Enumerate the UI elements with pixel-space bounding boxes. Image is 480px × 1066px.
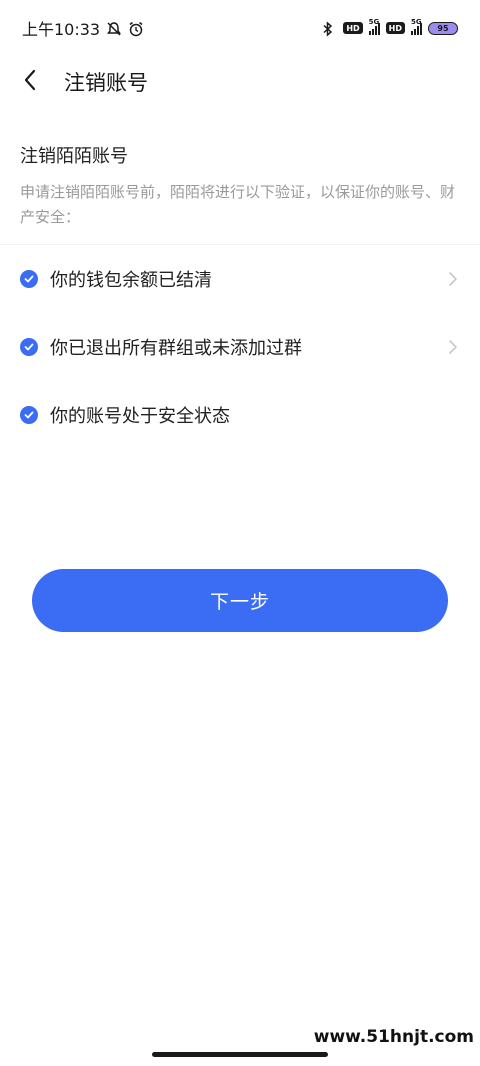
status-right: HD 5G HD 5G 95 xyxy=(321,18,458,37)
hd-icon-2: HD xyxy=(385,22,405,34)
home-indicator[interactable] xyxy=(152,1052,328,1057)
header: 注销账号 xyxy=(0,56,480,108)
signal-icon: 5G xyxy=(368,18,380,35)
chevron-left-icon xyxy=(23,68,37,96)
check-list: 你的钱包余额已结清 你已退出所有群组或未添加过群 你的账号处于安全状态 xyxy=(0,245,480,449)
back-button[interactable] xyxy=(0,56,60,108)
alarm-icon xyxy=(128,21,144,37)
page-title: 注销账号 xyxy=(64,71,148,95)
check-circle-icon xyxy=(20,338,38,356)
check-item-security: 你的账号处于安全状态 xyxy=(0,381,480,449)
intro-title: 注销陌陌账号 xyxy=(20,146,128,167)
check-label: 你已退出所有群组或未添加过群 xyxy=(50,338,302,359)
status-left: 上午10:33 xyxy=(22,16,144,40)
status-bar: 上午10:33 HD 5G HD 5G 95 xyxy=(0,0,480,56)
check-circle-icon xyxy=(20,406,38,424)
chevron-right-icon xyxy=(446,340,460,354)
check-label: 你的账号处于安全状态 xyxy=(50,406,230,427)
check-label: 你的钱包余额已结清 xyxy=(50,270,212,291)
chevron-right-icon xyxy=(446,272,460,286)
battery-icon: 95 xyxy=(428,21,458,35)
intro-description: 申请注销陌陌账号前，陌陌将进行以下验证，以保证你的账号、财产安全： xyxy=(20,183,456,226)
next-step-button[interactable]: 下一步 xyxy=(32,569,448,632)
watermark: www.51hnjt.com xyxy=(313,1027,474,1047)
check-item-groups[interactable]: 你已退出所有群组或未添加过群 xyxy=(0,313,480,381)
bluetooth-icon xyxy=(321,21,337,37)
status-time: 上午10:33 xyxy=(22,20,101,39)
check-circle-icon xyxy=(20,270,38,288)
mute-icon xyxy=(106,21,122,36)
signal-icon-2: 5G xyxy=(411,18,422,35)
hd-icon: HD xyxy=(343,22,363,34)
intro-section: 注销陌陌账号 申请注销陌陌账号前，陌陌将进行以下验证，以保证你的账号、财产安全： xyxy=(20,142,460,230)
check-item-wallet[interactable]: 你的钱包余额已结清 xyxy=(0,245,480,313)
